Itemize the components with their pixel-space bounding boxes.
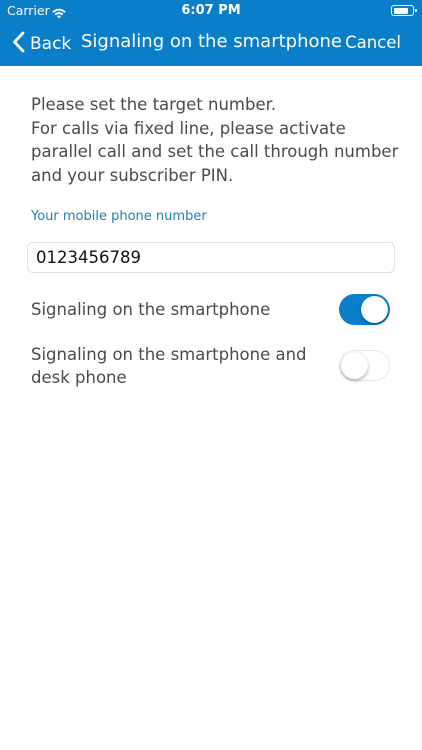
back-label: Back [30, 34, 72, 54]
page-title: Signaling on the smartphone [81, 31, 342, 52]
toggle-label-smartphone-desk-phone: Signaling on the smartphone and desk pho… [31, 344, 331, 389]
back-button[interactable]: Back [12, 31, 71, 57]
toggle-label-line: Signaling on the smartphone and [31, 345, 307, 364]
header: Carrier 6:07 PM Back Signaling on the sm… [0, 0, 422, 66]
status-bar: Carrier 6:07 PM [0, 0, 422, 22]
toggle-label-line: desk phone [31, 367, 127, 387]
instruction-line: Please set the target number. [31, 95, 277, 114]
chevron-left-icon [12, 31, 25, 57]
status-time: 6:07 PM [181, 3, 241, 18]
toggle-knob [361, 296, 388, 323]
phone-number-input[interactable] [27, 242, 395, 273]
phone-number-label: Your mobile phone number [31, 209, 207, 224]
toggle-label-smartphone: Signaling on the smartphone [31, 299, 270, 322]
toggle-label-line: Signaling on the smartphone [31, 300, 271, 319]
cancel-button[interactable]: Cancel [345, 33, 401, 52]
instruction-line: and your subscriber PIN. [31, 165, 234, 185]
instruction-line: For calls via fixed line, please activat… [31, 118, 346, 138]
battery-icon [391, 5, 417, 16]
smartphone-desk-phone-signaling-toggle[interactable] [339, 350, 390, 381]
navigation-bar: Back Signaling on the smartphone Cancel [0, 22, 422, 66]
instruction-line: parallel call and set the call through n… [31, 142, 399, 162]
toggle-knob [340, 351, 368, 379]
smartphone-signaling-toggle[interactable] [339, 294, 390, 325]
instructions-text: Please set the target number. For calls … [31, 93, 411, 187]
